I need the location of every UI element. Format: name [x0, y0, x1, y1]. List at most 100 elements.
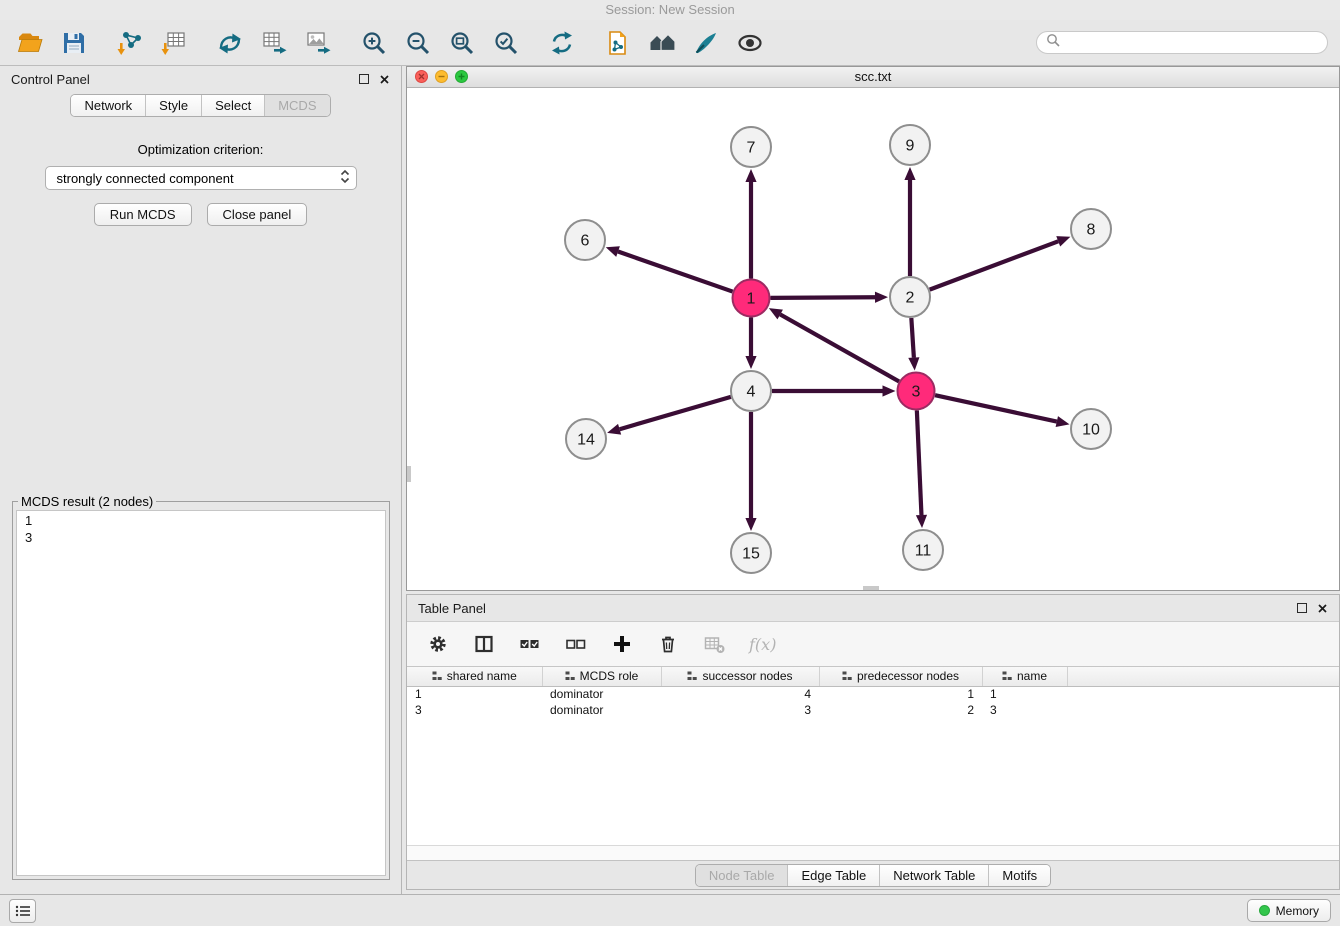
- column-header-predecessor-nodes[interactable]: predecessor nodes: [819, 667, 982, 686]
- node-table: shared name MCDS role successor nodesprede…: [407, 666, 1339, 845]
- table-tab-motifs[interactable]: Motifs: [988, 865, 1050, 886]
- right-column: scc.txt 7968124314101511 Table Panel: [402, 66, 1340, 894]
- tab-mcds[interactable]: MCDS: [264, 95, 329, 116]
- select-all-icon[interactable]: [519, 631, 541, 657]
- graph-node-14[interactable]: 14: [566, 419, 606, 459]
- table-cell[interactable]: 3: [407, 702, 542, 718]
- task-history-button[interactable]: [9, 899, 36, 923]
- graph-node-7[interactable]: 7: [731, 127, 771, 167]
- open-session-icon[interactable]: [12, 25, 48, 61]
- graph-node-8[interactable]: 8: [1071, 209, 1111, 249]
- memory-button[interactable]: Memory: [1247, 899, 1331, 922]
- graph-edge-4-14[interactable]: [620, 397, 731, 429]
- table-row[interactable]: 3dominator323: [407, 702, 1339, 718]
- network-canvas[interactable]: 7 9 6 8 1 2 4 3 14 10 15 11: [407, 88, 1339, 590]
- memory-label: Memory: [1276, 904, 1319, 918]
- column-label: shared name: [447, 669, 517, 683]
- graph-node-10[interactable]: 10: [1071, 409, 1111, 449]
- delete-column-icon[interactable]: [657, 631, 679, 657]
- table-cell[interactable]: 1: [407, 686, 542, 702]
- graph-node-2[interactable]: 2: [890, 277, 930, 317]
- table-cell[interactable]: 4: [661, 686, 819, 702]
- graph-edge-3-1[interactable]: [780, 314, 899, 381]
- graph-edge-3-10[interactable]: [935, 395, 1057, 421]
- export-network-icon[interactable]: [212, 25, 248, 61]
- graph-node-4[interactable]: 4: [731, 371, 771, 411]
- minimize-window-icon[interactable]: [435, 70, 448, 83]
- export-image-icon[interactable]: [300, 25, 336, 61]
- optimization-criterion-select[interactable]: strongly connected component: [45, 166, 357, 190]
- table-cell[interactable]: 1: [982, 686, 1067, 702]
- close-panel-button[interactable]: Close panel: [207, 203, 308, 226]
- tab-network[interactable]: Network: [71, 95, 145, 116]
- table-cell[interactable]: dominator: [542, 686, 661, 702]
- graph-edge-1-2[interactable]: [770, 297, 875, 298]
- zoom-out-icon[interactable]: [400, 25, 436, 61]
- deselect-all-icon[interactable]: [565, 631, 587, 657]
- zoom-in-icon[interactable]: [356, 25, 392, 61]
- run-mcds-button[interactable]: Run MCDS: [94, 203, 192, 226]
- graph-node-6[interactable]: 6: [565, 220, 605, 260]
- zoom-fit-icon[interactable]: [444, 25, 480, 61]
- function-builder-icon[interactable]: f(x): [749, 631, 776, 657]
- column-label: name: [1017, 669, 1047, 683]
- refresh-icon[interactable]: [544, 25, 580, 61]
- show-columns-icon[interactable]: [473, 631, 495, 657]
- search-input[interactable]: [1064, 36, 1318, 50]
- network-window-titlebar[interactable]: scc.txt: [407, 67, 1339, 88]
- graph-node-9[interactable]: 9: [890, 125, 930, 165]
- graph-edge-2-8[interactable]: [930, 241, 1059, 289]
- clone-network-icon[interactable]: [600, 25, 636, 61]
- eye-icon[interactable]: [732, 25, 768, 61]
- table-tab-network-table[interactable]: Network Table: [879, 865, 988, 886]
- import-table-icon[interactable]: [156, 25, 192, 61]
- table-cell[interactable]: 2: [819, 702, 982, 718]
- float-panel-icon[interactable]: [359, 74, 369, 84]
- close-window-icon[interactable]: [415, 70, 428, 83]
- table-row[interactable]: 1dominator411: [407, 686, 1339, 702]
- vertical-scroll-nub[interactable]: [407, 466, 411, 482]
- style-brush-icon[interactable]: [688, 25, 724, 61]
- horizontal-scroll-nub[interactable]: [863, 586, 879, 590]
- graph-node-1[interactable]: 1: [733, 280, 770, 317]
- graph-edge-2-3[interactable]: [911, 318, 914, 358]
- column-header-name[interactable]: name: [982, 667, 1067, 686]
- table-tab-edge-table[interactable]: Edge Table: [787, 865, 879, 886]
- graph-edge-1-6[interactable]: [618, 252, 733, 292]
- mcds-result-list: 13: [16, 510, 386, 876]
- table-tab-node-table[interactable]: Node Table: [696, 865, 788, 886]
- add-column-icon[interactable]: [611, 631, 633, 657]
- refresh-group: [544, 25, 580, 61]
- graph-node-11[interactable]: 11: [903, 530, 943, 570]
- table-cell[interactable]: 3: [661, 702, 819, 718]
- import-network-icon[interactable]: [112, 25, 148, 61]
- table-settings-icon[interactable]: [427, 631, 449, 657]
- mcds-result-box: MCDS result (2 nodes) 13: [12, 494, 390, 880]
- graph-node-15[interactable]: 15: [731, 533, 771, 573]
- table-cell[interactable]: 3: [982, 702, 1067, 718]
- network-graph[interactable]: 7 9 6 8 1 2 4 3 14 10 15 11: [407, 88, 1339, 590]
- graph-node-3[interactable]: 3: [898, 373, 935, 410]
- search-box[interactable]: [1036, 31, 1328, 54]
- zoom-window-icon[interactable]: [455, 70, 468, 83]
- zoom-selected-icon[interactable]: [488, 25, 524, 61]
- close-panel-icon[interactable]: [379, 74, 390, 85]
- tab-style[interactable]: Style: [145, 95, 201, 116]
- table-panel-header: Table Panel: [407, 595, 1339, 621]
- table-cell[interactable]: 1: [819, 686, 982, 702]
- column-label: MCDS role: [580, 669, 639, 683]
- export-table-icon[interactable]: [256, 25, 292, 61]
- tab-select[interactable]: Select: [201, 95, 264, 116]
- home-icon[interactable]: [644, 25, 680, 61]
- column-header-successor-nodes[interactable]: successor nodes: [661, 667, 819, 686]
- save-session-icon[interactable]: [56, 25, 92, 61]
- table-cell[interactable]: dominator: [542, 702, 661, 718]
- graph-edge-3-11[interactable]: [917, 410, 922, 515]
- delete-table-icon[interactable]: [703, 631, 725, 657]
- column-header-MCDS-role[interactable]: MCDS role: [542, 667, 661, 686]
- column-header-shared-name[interactable]: shared name: [407, 667, 542, 686]
- close-table-panel-icon[interactable]: [1317, 603, 1328, 614]
- float-table-panel-icon[interactable]: [1297, 603, 1307, 613]
- mcds-result-value: 3: [25, 529, 377, 546]
- table-horizontal-scrollbar[interactable]: [407, 845, 1339, 860]
